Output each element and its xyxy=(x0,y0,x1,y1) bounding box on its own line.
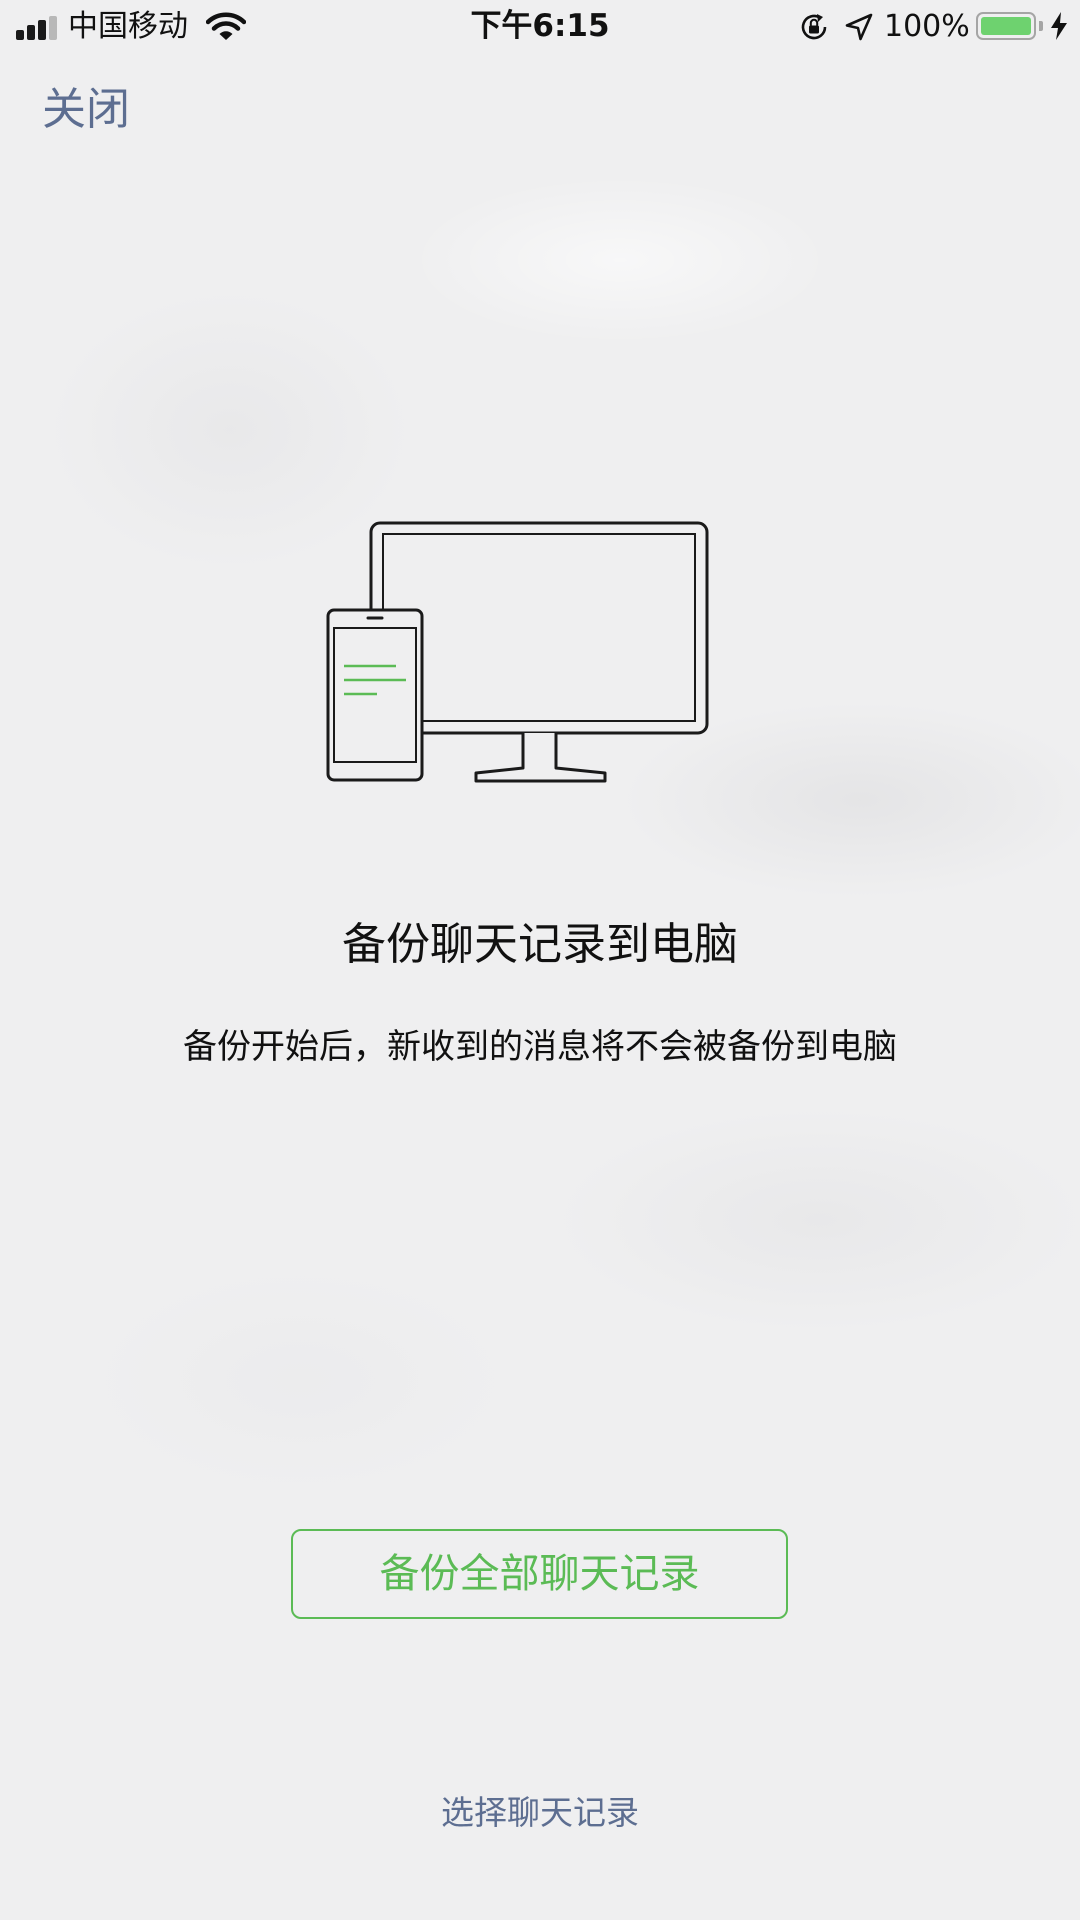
battery-cap xyxy=(1039,21,1043,31)
status-bar: 中国移动 下午6:15 100% xyxy=(0,0,1080,56)
backup-screen: 中国移动 下午6:15 100% 关闭 备份聊天记录到电脑 备份开始后，新收到的… xyxy=(0,0,1080,1920)
page-description: 备份开始后，新收到的消息将不会被备份到电脑 xyxy=(183,1027,897,1067)
location-arrow-icon xyxy=(845,13,873,41)
phone-icon xyxy=(326,608,424,782)
close-button[interactable]: 关闭 xyxy=(42,80,130,140)
battery-percentage: 100% xyxy=(884,9,970,44)
charging-bolt-icon xyxy=(1051,12,1067,40)
page-title: 备份聊天记录到电脑 xyxy=(342,919,738,970)
rotation-lock-icon xyxy=(801,14,827,40)
phone-and-computer-icon xyxy=(326,521,709,783)
backup-all-button[interactable]: 备份全部聊天记录 xyxy=(291,1529,788,1619)
battery-level-fill xyxy=(981,17,1031,35)
select-chats-link[interactable]: 选择聊天记录 xyxy=(0,1785,1080,1841)
battery-icon xyxy=(976,12,1036,40)
